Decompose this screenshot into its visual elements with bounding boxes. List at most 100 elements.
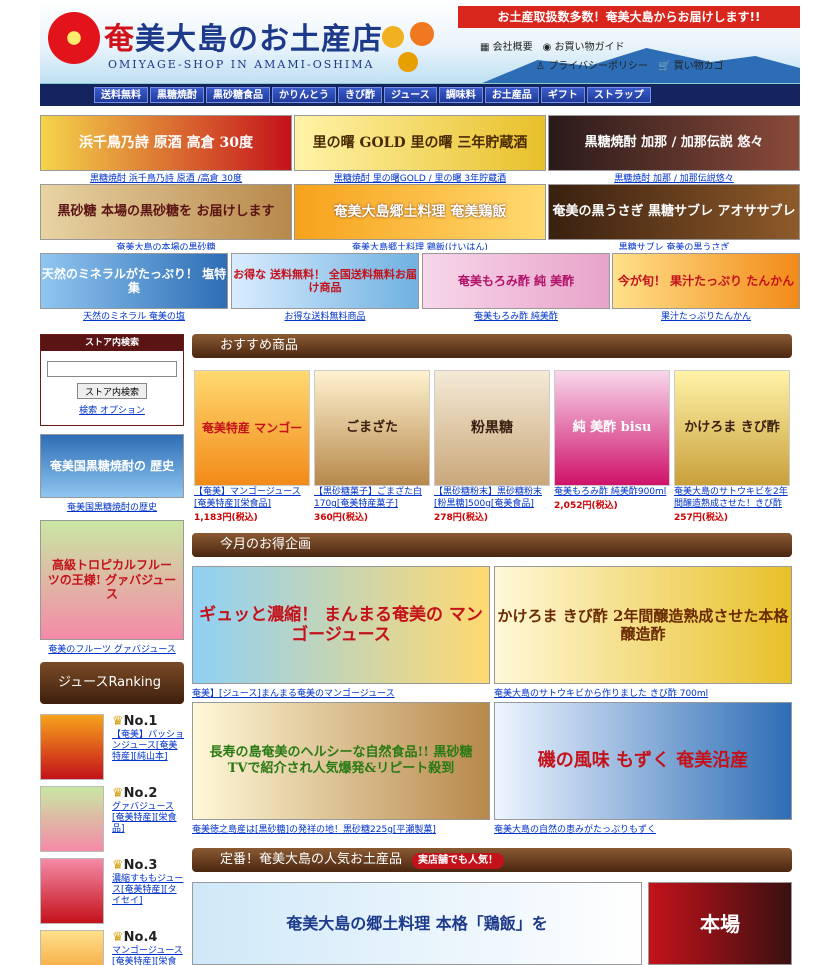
banner-caption[interactable]: お得な送料無料商品 xyxy=(231,309,419,321)
product-price: 1,183円(税込) xyxy=(194,513,258,523)
logo-red-char: 奄 xyxy=(104,22,135,57)
banner-satonoakebono[interactable]: 里の曙 GOLD 里の曙 三年貯蔵酒 黒糖焼酎 里の曙GOLD / 里の曙 3年… xyxy=(294,115,546,183)
nav-item-souvenir[interactable]: お土産品 xyxy=(484,87,539,103)
promo-caption[interactable]: 奄美大島の自然の恵みがたっぷりもずく xyxy=(494,822,792,834)
flower-icon xyxy=(398,52,418,72)
nav-item-shochu[interactable]: 黒糖焼酎 xyxy=(150,87,204,103)
banner-caption[interactable]: 奄美国黒糖焼酎の歴史 xyxy=(40,500,184,513)
product-name[interactable]: 奄美大島のサトウキビを2年間醸造熟成させた！きび酢 xyxy=(674,487,788,509)
product-name[interactable]: 【黒砂糖菓子】ごまざた白170g[奄美特産菓子] xyxy=(314,487,422,509)
promo-caption[interactable]: 奄美徳之島産は[黒砂糖]の発祥の地！黒砂糖225g[平瀬製菓] xyxy=(192,822,490,834)
product-image[interactable]: かけろま きび酢 xyxy=(674,370,790,486)
product-card[interactable]: 粉黒糖 【黒砂糖粉末】黒砂糖粉末[粉黒糖]500g[奄美食品] 278円(税込) xyxy=(434,370,550,523)
nav-item-gift[interactable]: ギフト xyxy=(540,87,585,103)
product-image[interactable]: 奄美特産 マンゴー xyxy=(194,370,310,486)
banner-caption[interactable]: 奄美もろみ酢 純美酢 xyxy=(422,309,610,321)
product-name[interactable]: 【奄美】マンゴージュース[奄美特産][栄食品] xyxy=(194,487,301,509)
product-price: 278円(税込) xyxy=(434,513,489,523)
search-option-link[interactable]: 検索 オプション xyxy=(41,403,183,416)
banner-image: 奄美国黒糖焼酎の 歴史 xyxy=(40,434,184,498)
banner-image: お得な 送料無料！ 全国送料無料お届け商品 xyxy=(231,253,419,309)
flower-icon xyxy=(382,26,404,48)
product-image[interactable]: 粉黒糖 xyxy=(434,370,550,486)
ranking-thumbnail[interactable] xyxy=(40,858,104,924)
product-name[interactable]: 【黒砂糖粉末】黒砂糖粉末[粉黒糖]500g[奄美食品] xyxy=(434,487,542,509)
banner-caption[interactable]: 黒糖焼酎 浜千鳥乃詩 原酒 /高倉 30度 xyxy=(40,171,292,183)
banner-caption[interactable]: 黒糖焼酎 加那 / 加那伝説悠々 xyxy=(548,171,800,183)
banner-image: 黒糖焼酎 加那 / 加那伝説 悠々 xyxy=(548,115,800,171)
ranking-thumbnail[interactable] xyxy=(40,930,104,965)
ranking-name[interactable]: グァバジュース[奄美特産][栄食品] xyxy=(112,802,184,835)
ranking-no-text: No.1 xyxy=(123,714,158,729)
banner-kurousagi[interactable]: 奄美の黒うさぎ 黒糖サブレ アオササブレ 黒糖サブレ 奄美の黒うさぎ xyxy=(548,184,800,250)
section-monthly-header: 今月のお得企画 xyxy=(192,533,792,557)
nav-item-brown-sugar[interactable]: 黒砂糖食品 xyxy=(206,87,270,103)
site-header: 奄美大島のお土産店 OMIYAGE-SHOP IN AMAMI-OSHIMA お… xyxy=(40,0,800,84)
banner-image: 黒砂糖 本場の黒砂糖を お届けします xyxy=(40,184,292,240)
banner-tankan[interactable]: 今が旬！ 果汁たっぷり たんかん 果汁たっぷりたんかん xyxy=(612,253,800,321)
banner-keihan[interactable]: 奄美大島郷土料理 奄美鶏飯 奄美大島郷土料理 鶏飯(けいはん) xyxy=(294,184,546,250)
hibiscus-logo-icon[interactable] xyxy=(48,12,100,64)
product-image[interactable]: 純 美酢 bisu xyxy=(554,370,670,486)
bottom-honba-banner[interactable]: 本場 xyxy=(648,882,792,965)
guide-link[interactable]: ◉ お買い物ガイド xyxy=(543,38,625,53)
banner-caption[interactable]: 黒糖焼酎 里の曙GOLD / 里の曙 3年貯蔵酒 xyxy=(294,171,546,183)
promo-kokuto[interactable]: 長寿の島奄美のヘルシーな自然食品!! 黒砂糖 TVで紹介され人気爆発&リピート殺… xyxy=(192,702,490,834)
promo-caption[interactable]: 奄美】[ジュース]まんまる奄美のマンゴージュース xyxy=(192,686,490,698)
product-card[interactable]: かけろま きび酢 奄美大島のサトウキビを2年間醸造熟成させた！きび酢 257円(… xyxy=(674,370,790,523)
banner-caption[interactable]: 黒糖サブレ 奄美の黒うさぎ xyxy=(548,240,800,250)
nav-item-karinto[interactable]: かりんとう xyxy=(272,87,336,103)
banner-salt[interactable]: 天然のミネラルがたっぷり！ 塩特集 天然のミネラル 奄美の塩 xyxy=(40,253,228,321)
ranking-number: ♛No.4 xyxy=(112,930,157,945)
banner-caption[interactable]: 果汁たっぷりたんかん xyxy=(612,309,800,321)
banner-kana[interactable]: 黒糖焼酎 加那 / 加那伝説 悠々 黒糖焼酎 加那 / 加那伝説悠々 xyxy=(548,115,800,183)
banner-kokuto[interactable]: 黒砂糖 本場の黒砂糖を お届けします 奄美大島の本場の黒砂糖 xyxy=(40,184,292,250)
banner-caption[interactable]: 奄美のフルーツ グァバジュース xyxy=(40,642,184,654)
banner-shochu-history[interactable]: 奄美国黒糖焼酎の 歴史 奄美国黒糖焼酎の歴史 xyxy=(40,434,184,514)
ranking-name[interactable]: 濃縮すももジュース[奄美特産][タイセイ] xyxy=(112,874,184,907)
ranking-item[interactable]: ♛No.2 グァバジュース[奄美特産][栄食品] xyxy=(40,786,184,852)
search-button[interactable]: ストア内検索 xyxy=(77,383,147,399)
banner-hamachidori[interactable]: 浜千鳥乃詩 原酒 高倉 30度 黒糖焼酎 浜千鳥乃詩 原酒 /高倉 30度 xyxy=(40,115,292,183)
nav-item-kibisu[interactable]: きび酢 xyxy=(338,87,382,103)
ranking-name[interactable]: マンゴージュース[奄美特産][栄食品] xyxy=(112,946,184,965)
privacy-link[interactable]: ♙ プライバシーポリシー xyxy=(536,57,648,72)
product-card[interactable]: ごまざた 【黒砂糖菓子】ごまざた白170g[奄美特産菓子] 360円(税込) xyxy=(314,370,430,523)
bottom-keihan-banner[interactable]: 奄美大島の郷土料理 本格「鶏飯」を xyxy=(192,882,642,965)
ranking-name[interactable]: 【奄美】パッションジュース[奄美特産][純山本] xyxy=(112,730,184,763)
store-search-box: ストア内検索 ストア内検索 検索 オプション xyxy=(40,334,184,426)
promo-mozuku[interactable]: 磯の風味 もずく 奄美沿産 奄美大島の自然の恵みがたっぷりもずく xyxy=(494,702,792,834)
ranking-thumbnail[interactable] xyxy=(40,714,104,780)
nav-item-strap[interactable]: ストラップ xyxy=(586,87,651,103)
section-popular-title: 定番！奄美大島の人気お土産品 xyxy=(220,852,403,867)
nav-item-juice[interactable]: ジュース xyxy=(384,87,437,103)
ranking-number: ♛No.3 xyxy=(112,858,157,873)
product-image[interactable]: ごまざた xyxy=(314,370,430,486)
ranking-thumbnail[interactable] xyxy=(40,786,104,852)
company-link[interactable]: ▦ 会社概要 xyxy=(480,38,533,53)
nav-item-shipping[interactable]: 送料無料 xyxy=(94,87,148,103)
banner-caption[interactable]: 天然のミネラル 奄美の塩 xyxy=(40,309,228,321)
logo-title-text: 美大島のお土産店 xyxy=(135,22,383,57)
product-price: 2,052円(税込) xyxy=(554,501,618,511)
banner-image: 高級トロピカルフルーツの王様! グァバジュース xyxy=(40,520,184,640)
ranking-item[interactable]: ♛No.3 濃縮すももジュース[奄美特産][タイセイ] xyxy=(40,858,184,924)
ranking-item[interactable]: ♛No.1 【奄美】パッションジュース[奄美特産][純山本] xyxy=(40,714,184,780)
product-card[interactable]: 純 美酢 bisu 奄美もろみ酢 純美酢900ml 2,052円(税込) xyxy=(554,370,670,511)
banner-bisu[interactable]: 奄美もろみ酢 純 美酢 奄美もろみ酢 純美酢 xyxy=(422,253,610,321)
promo-caption[interactable]: 奄美大島のサトウキビから作りました きび酢 700ml xyxy=(494,686,792,698)
product-card[interactable]: 奄美特産 マンゴー 【奄美】マンゴージュース[奄美特産][栄食品] 1,183円… xyxy=(194,370,310,523)
cart-link[interactable]: 🛒 買い物カゴ xyxy=(658,57,724,72)
product-name[interactable]: 奄美もろみ酢 純美酢900ml xyxy=(554,487,666,497)
ranking-item[interactable]: ♛No.4 マンゴージュース[奄美特産][栄食品] xyxy=(40,930,184,965)
banner-caption[interactable]: 奄美大島の本場の黒砂糖 xyxy=(40,240,292,250)
site-logo[interactable]: 奄美大島のお土産店 xyxy=(104,14,383,58)
banner-caption[interactable]: 奄美大島郷土料理 鶏飯(けいはん) xyxy=(294,240,546,250)
promo-mango[interactable]: ギュッと濃縮！ まんまる奄美の マンゴージュース 奄美】[ジュース]まんまる奄美… xyxy=(192,566,490,698)
banner-free-shipping[interactable]: お得な 送料無料！ 全国送料無料お届け商品 お得な送料無料商品 xyxy=(231,253,419,321)
search-input[interactable] xyxy=(47,361,177,377)
section-popular-header: 定番！奄美大島の人気お土産品 実店舗でも人気！ xyxy=(192,848,792,872)
promo-kibisu[interactable]: かけろま きび酢 2年間醸造熟成させた本格醸造酢 奄美大島のサトウキビから作りま… xyxy=(494,566,792,698)
banner-guava[interactable]: 高級トロピカルフルーツの王様! グァバジュース 奄美のフルーツ グァバジュース xyxy=(40,520,184,654)
nav-item-seasoning[interactable]: 調味料 xyxy=(438,87,483,103)
